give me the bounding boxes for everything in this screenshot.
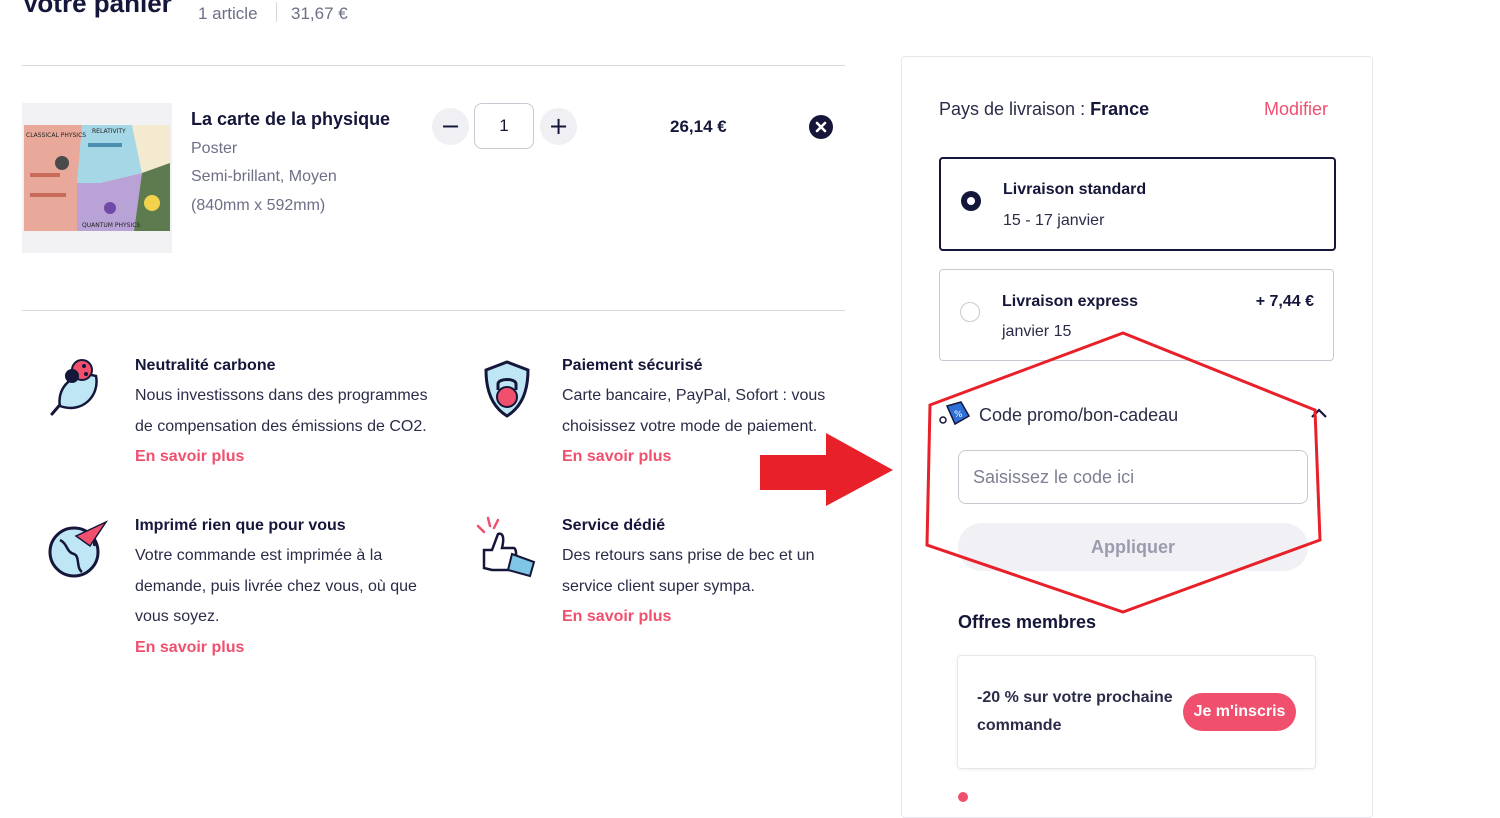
promo-tag-icon: % xyxy=(939,400,971,428)
learn-more-link-printed[interactable]: En savoir plus xyxy=(135,639,244,657)
thumbs-up-icon xyxy=(474,516,536,582)
apply-promo-button[interactable]: Appliquer xyxy=(958,523,1308,571)
feature-title-service: Service dédié xyxy=(562,517,666,534)
feature-title-carbon: Neutralité carbone xyxy=(135,357,276,374)
header-divider xyxy=(276,2,277,22)
product-price: 26,14 € xyxy=(670,117,727,136)
product-dimensions: (840mm x 592mm) xyxy=(191,197,326,214)
signup-button[interactable]: Je m'inscris xyxy=(1183,693,1296,731)
page-title: Votre panier xyxy=(22,0,172,18)
minus-icon: − xyxy=(440,112,461,140)
thumb-label-classical: CLASSICAL PHYSICS xyxy=(26,132,86,139)
remove-item-button[interactable] xyxy=(809,115,833,139)
svg-text:%: % xyxy=(954,410,963,420)
shipping-option-date: janvier 15 xyxy=(1002,323,1072,340)
feature-title-printed: Imprimé rien que pour vous xyxy=(135,517,346,534)
shield-lock-icon xyxy=(476,356,538,422)
feature-text-printed: Votre commande est imprimée à la demande… xyxy=(135,547,417,625)
promo-code-input[interactable] xyxy=(958,450,1308,504)
globe-plane-icon xyxy=(46,516,109,582)
close-icon xyxy=(815,121,827,133)
radio-unselected[interactable] xyxy=(960,302,980,322)
decrease-quantity-button[interactable]: − xyxy=(432,108,469,145)
shipping-country-value: France xyxy=(1090,99,1150,119)
member-offers-title: Offres membres xyxy=(958,612,1097,632)
cart-total: 31,67 € xyxy=(291,4,348,23)
increase-quantity-button[interactable]: + xyxy=(540,108,577,145)
quantity-input[interactable]: 1 xyxy=(474,103,534,149)
footer-partial-icon xyxy=(958,792,968,802)
feature-text-service: Des retours sans prise de bec et un serv… xyxy=(562,547,815,595)
divider-top xyxy=(22,65,845,66)
member-offer-text: -20 % sur votre prochaine commande xyxy=(977,689,1173,734)
promo-code-toggle[interactable]: Code promo/bon-cadeau xyxy=(979,405,1178,426)
learn-more-link-payment[interactable]: En savoir plus xyxy=(562,448,671,466)
product-title[interactable]: La carte de la physique xyxy=(191,109,390,130)
leaf-ladybug-icon xyxy=(46,356,108,422)
shipping-option-extra-cost: + 7,44 € xyxy=(1255,293,1314,310)
plus-icon: + xyxy=(548,112,569,140)
learn-more-link-carbon[interactable]: En savoir plus xyxy=(135,448,244,466)
shipping-option-name: Livraison express xyxy=(1002,293,1139,310)
product-finish: Semi-brillant, Moyen xyxy=(191,168,337,185)
feature-text-carbon: Nous investissons dans des programmes de… xyxy=(135,387,428,435)
shipping-option-name: Livraison standard xyxy=(1003,181,1147,198)
radio-selected[interactable] xyxy=(961,191,981,211)
product-type: Poster xyxy=(191,140,238,157)
modify-country-link[interactable]: Modifier xyxy=(1264,99,1328,120)
annotation-arrow xyxy=(760,433,893,506)
learn-more-link-service[interactable]: En savoir plus xyxy=(562,608,671,626)
feature-title-payment: Paiement sécurisé xyxy=(562,357,703,374)
feature-text-payment: Carte bancaire, PayPal, Sofort : vous ch… xyxy=(562,387,826,435)
thumb-label-relativity: RELATIVITY xyxy=(92,128,126,135)
shipping-country: Pays de livraison : France xyxy=(939,99,1150,119)
thumb-label-quantum: QUANTUM PHYSICS xyxy=(82,222,140,229)
shipping-option-express[interactable]: Livraison express + 7,44 € janvier 15 xyxy=(939,269,1334,361)
poster-image: CLASSICAL PHYSICS RELATIVITY QUANTUM PHY… xyxy=(22,103,172,253)
divider-mid xyxy=(22,310,845,311)
shipping-option-date: 15 - 17 janvier xyxy=(1003,212,1105,229)
product-thumbnail[interactable]: CLASSICAL PHYSICS RELATIVITY QUANTUM PHY… xyxy=(22,103,172,253)
shipping-option-standard[interactable]: Livraison standard 15 - 17 janvier xyxy=(939,157,1336,251)
chevron-up-icon[interactable] xyxy=(1310,406,1328,418)
cart-item-count: 1 article xyxy=(198,4,258,23)
